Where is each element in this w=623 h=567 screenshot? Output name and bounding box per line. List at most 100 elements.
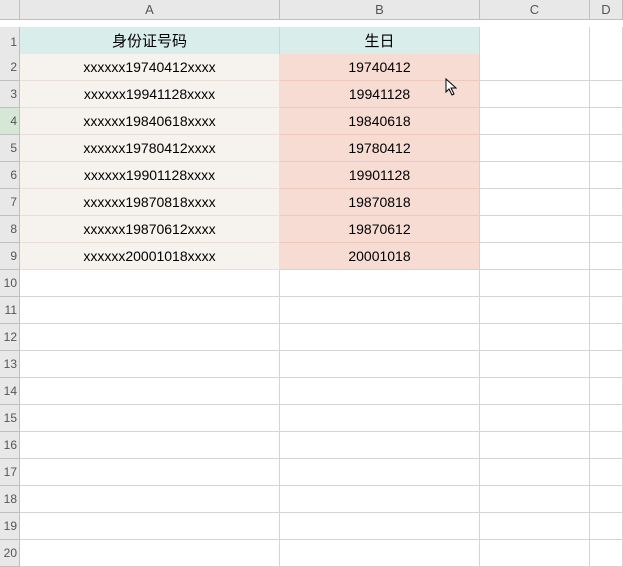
row-header[interactable]: 14 xyxy=(0,378,20,405)
cell-empty[interactable] xyxy=(20,270,280,297)
cell-id[interactable]: xxxxxx19840618xxxx xyxy=(20,108,280,135)
cell-birthday[interactable]: 19941128 xyxy=(280,81,480,108)
cell-id[interactable]: xxxxxx20001018xxxx xyxy=(20,243,280,270)
row-header[interactable]: 7 xyxy=(0,189,20,216)
cell-empty[interactable] xyxy=(590,540,623,567)
cell-empty[interactable] xyxy=(590,81,623,108)
cell-c1[interactable] xyxy=(480,27,590,57)
row-header[interactable]: 3 xyxy=(0,81,20,108)
cell-id[interactable]: xxxxxx19941128xxxx xyxy=(20,81,280,108)
col-header-c[interactable]: C xyxy=(480,0,590,20)
cell-empty[interactable] xyxy=(590,189,623,216)
row-header[interactable]: 20 xyxy=(0,540,20,567)
row-header[interactable]: 16 xyxy=(0,432,20,459)
cell-empty[interactable] xyxy=(280,540,480,567)
cell-empty[interactable] xyxy=(590,243,623,270)
cell-empty[interactable] xyxy=(480,378,590,405)
cell-birthday[interactable]: 19870612 xyxy=(280,216,480,243)
row-header[interactable]: 11 xyxy=(0,297,20,324)
cell-empty[interactable] xyxy=(280,459,480,486)
cell-empty[interactable] xyxy=(590,54,623,81)
row-header[interactable]: 17 xyxy=(0,459,20,486)
spreadsheet-grid[interactable]: A B C D 1 身份证号码 生日 2xxxxxx19740412xxxx19… xyxy=(0,0,623,567)
row-header[interactable]: 12 xyxy=(0,324,20,351)
cell-empty[interactable] xyxy=(280,297,480,324)
row-header[interactable]: 4 xyxy=(0,108,20,135)
cell-empty[interactable] xyxy=(280,486,480,513)
cell-empty[interactable] xyxy=(590,486,623,513)
row-header[interactable]: 13 xyxy=(0,351,20,378)
cell-empty[interactable] xyxy=(590,432,623,459)
cell-empty[interactable] xyxy=(20,459,280,486)
cell-id[interactable]: xxxxxx19901128xxxx xyxy=(20,162,280,189)
cell-empty[interactable] xyxy=(590,216,623,243)
cell-empty[interactable] xyxy=(20,324,280,351)
cell-birthday[interactable]: 19901128 xyxy=(280,162,480,189)
cell-empty[interactable] xyxy=(20,378,280,405)
cell-empty[interactable] xyxy=(20,513,280,540)
cell-empty[interactable] xyxy=(590,297,623,324)
cell-empty[interactable] xyxy=(20,486,280,513)
cell-empty[interactable] xyxy=(480,351,590,378)
row-header[interactable]: 9 xyxy=(0,243,20,270)
cell-empty[interactable] xyxy=(590,135,623,162)
row-header[interactable]: 5 xyxy=(0,135,20,162)
cell-a1-header[interactable]: 身份证号码 xyxy=(20,27,280,57)
cell-empty[interactable] xyxy=(590,108,623,135)
row-header[interactable]: 15 xyxy=(0,405,20,432)
cell-empty[interactable] xyxy=(480,540,590,567)
row-header[interactable]: 6 xyxy=(0,162,20,189)
cell-d1[interactable] xyxy=(590,27,623,57)
cell-id[interactable]: xxxxxx19870818xxxx xyxy=(20,189,280,216)
cell-empty[interactable] xyxy=(280,378,480,405)
row-header[interactable]: 1 xyxy=(0,27,20,57)
cell-empty[interactable] xyxy=(20,405,280,432)
row-header[interactable]: 8 xyxy=(0,216,20,243)
cell-empty[interactable] xyxy=(590,405,623,432)
cell-birthday[interactable]: 20001018 xyxy=(280,243,480,270)
cell-empty[interactable] xyxy=(480,243,590,270)
cell-empty[interactable] xyxy=(480,54,590,81)
cell-empty[interactable] xyxy=(480,297,590,324)
cell-empty[interactable] xyxy=(20,540,280,567)
cell-empty[interactable] xyxy=(590,351,623,378)
cell-empty[interactable] xyxy=(480,81,590,108)
cell-empty[interactable] xyxy=(480,135,590,162)
cell-empty[interactable] xyxy=(480,486,590,513)
cell-empty[interactable] xyxy=(280,513,480,540)
row-header[interactable]: 19 xyxy=(0,513,20,540)
cell-empty[interactable] xyxy=(480,108,590,135)
cell-id[interactable]: xxxxxx19780412xxxx xyxy=(20,135,280,162)
cell-empty[interactable] xyxy=(480,162,590,189)
cell-empty[interactable] xyxy=(20,297,280,324)
cell-empty[interactable] xyxy=(480,270,590,297)
cell-empty[interactable] xyxy=(280,432,480,459)
col-header-b[interactable]: B xyxy=(280,0,480,20)
cell-empty[interactable] xyxy=(590,162,623,189)
cell-empty[interactable] xyxy=(590,459,623,486)
cell-id[interactable]: xxxxxx19870612xxxx xyxy=(20,216,280,243)
row-header[interactable]: 10 xyxy=(0,270,20,297)
row-header[interactable]: 2 xyxy=(0,54,20,81)
cell-empty[interactable] xyxy=(280,351,480,378)
cell-empty[interactable] xyxy=(480,432,590,459)
cell-empty[interactable] xyxy=(590,324,623,351)
cell-empty[interactable] xyxy=(280,270,480,297)
cell-empty[interactable] xyxy=(590,513,623,540)
cell-empty[interactable] xyxy=(20,351,280,378)
col-header-a[interactable]: A xyxy=(20,0,280,20)
cell-empty[interactable] xyxy=(590,270,623,297)
cell-empty[interactable] xyxy=(480,513,590,540)
col-header-d[interactable]: D xyxy=(590,0,623,20)
cell-empty[interactable] xyxy=(480,324,590,351)
cell-empty[interactable] xyxy=(280,324,480,351)
cell-b1-header[interactable]: 生日 xyxy=(280,27,480,57)
cell-empty[interactable] xyxy=(480,216,590,243)
cell-empty[interactable] xyxy=(590,378,623,405)
cell-id[interactable]: xxxxxx19740412xxxx xyxy=(20,54,280,81)
cell-birthday[interactable]: 19740412 xyxy=(280,54,480,81)
cell-empty[interactable] xyxy=(480,405,590,432)
cell-birthday[interactable]: 19780412 xyxy=(280,135,480,162)
cell-empty[interactable] xyxy=(20,432,280,459)
select-all-corner[interactable] xyxy=(0,0,20,20)
